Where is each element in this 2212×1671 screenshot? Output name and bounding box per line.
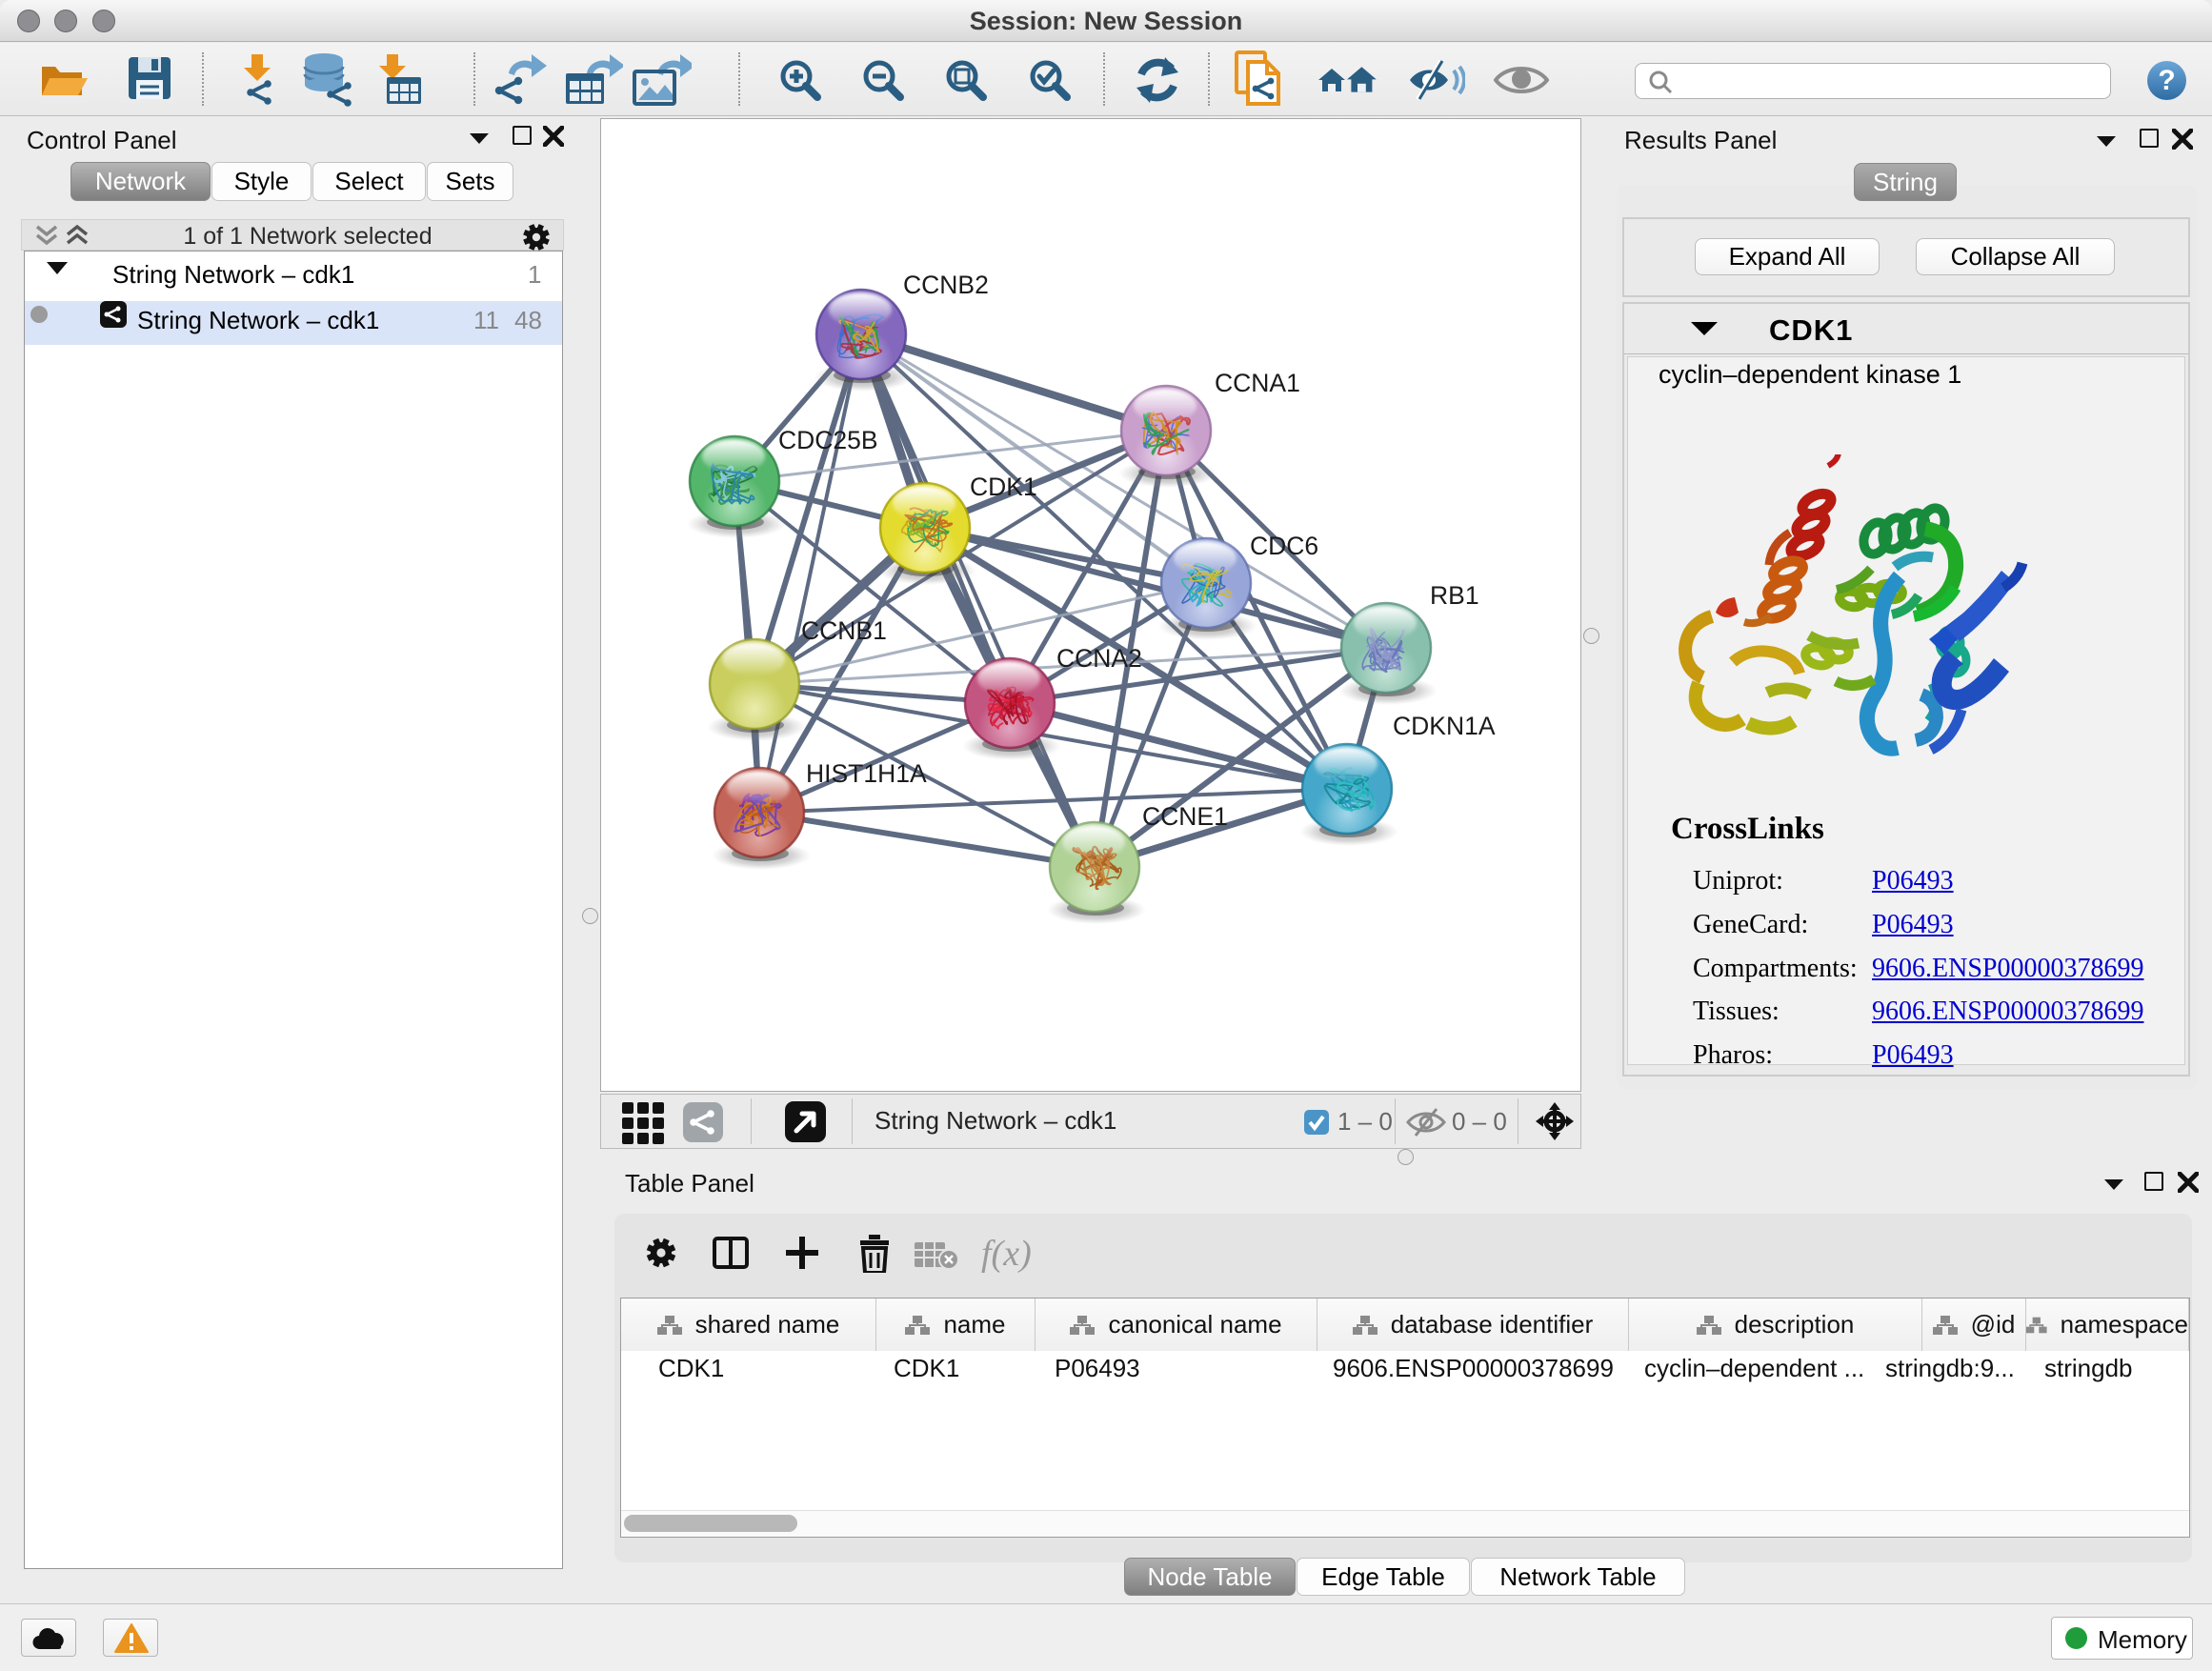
- svg-text:CCNB1: CCNB1: [801, 616, 887, 645]
- svg-text:CDK1: CDK1: [970, 473, 1037, 501]
- svg-text:CDC6: CDC6: [1250, 532, 1318, 560]
- svg-text:CDKN1A: CDKN1A: [1393, 712, 1496, 740]
- svg-text:CCNA1: CCNA1: [1215, 369, 1300, 397]
- svg-text:CCNA2: CCNA2: [1056, 644, 1142, 673]
- svg-text:CCNE1: CCNE1: [1142, 802, 1228, 831]
- svg-text:CDC25B: CDC25B: [778, 426, 878, 454]
- svg-text:HIST1H1A: HIST1H1A: [806, 759, 927, 788]
- svg-text:RB1: RB1: [1430, 581, 1479, 610]
- svg-text:CCNB2: CCNB2: [903, 271, 989, 299]
